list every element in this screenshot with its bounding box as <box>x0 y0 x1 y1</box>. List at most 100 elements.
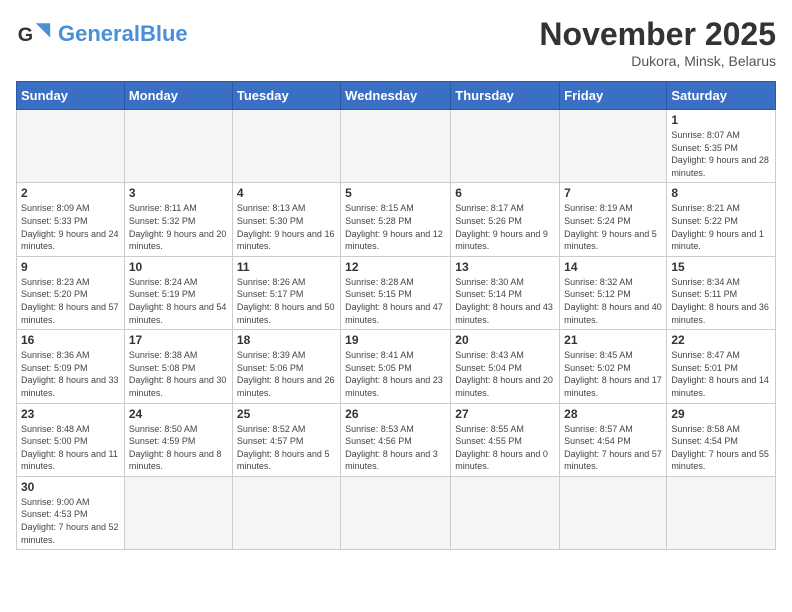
calendar-week-row: 1 Sunrise: 8:07 AM Sunset: 5:35 PM Daylig… <box>17 110 776 183</box>
calendar-day-cell <box>232 110 340 183</box>
day-number: 17 <box>129 333 228 347</box>
calendar-day-cell: 22Sunrise: 8:47 AM Sunset: 5:01 PM Dayli… <box>667 330 776 403</box>
calendar-day-cell: 7 Sunrise: 8:19 AM Sunset: 5:24 PM Daylig… <box>560 183 667 256</box>
weekday-header: Thursday <box>451 82 560 110</box>
calendar-day-cell: 19Sunrise: 8:41 AM Sunset: 5:05 PM Dayli… <box>341 330 451 403</box>
calendar-day-cell: 14 Sunrise: 8:32 AM Sunset: 5:12 PM Dayli… <box>560 256 667 329</box>
day-number: 18 <box>237 333 336 347</box>
calendar-day-cell: 1 Sunrise: 8:07 AM Sunset: 5:35 PM Daylig… <box>667 110 776 183</box>
day-info: Sunrise: 8:52 AM Sunset: 4:57 PM Dayligh… <box>237 423 336 473</box>
calendar-week-row: 30Sunrise: 9:00 AM Sunset: 4:53 PM Dayli… <box>17 476 776 549</box>
calendar-title: November 2025 <box>539 16 776 53</box>
day-info: Sunrise: 8:15 AM Sunset: 5:28 PM Dayligh… <box>345 202 446 252</box>
day-info: Sunrise: 8:50 AM Sunset: 4:59 PM Dayligh… <box>129 423 228 473</box>
day-info: Sunrise: 8:39 AM Sunset: 5:06 PM Dayligh… <box>237 349 336 399</box>
calendar-day-cell: 27 Sunrise: 8:55 AM Sunset: 4:55 PM Dayli… <box>451 403 560 476</box>
calendar-day-cell <box>124 110 232 183</box>
day-info: Sunrise: 8:26 AM Sunset: 5:17 PM Dayligh… <box>237 276 336 326</box>
day-number: 20 <box>455 333 555 347</box>
calendar-day-cell: 10 Sunrise: 8:24 AM Sunset: 5:19 PM Dayli… <box>124 256 232 329</box>
calendar-day-cell <box>451 110 560 183</box>
day-number: 11 <box>237 260 336 274</box>
day-number: 2 <box>21 186 120 200</box>
page-header: G GeneralBlue November 2025 Dukora, Mins… <box>16 16 776 69</box>
calendar-day-cell <box>341 476 451 549</box>
day-info: Sunrise: 8:32 AM Sunset: 5:12 PM Dayligh… <box>564 276 662 326</box>
logo: G GeneralBlue <box>16 16 188 52</box>
calendar-day-cell <box>232 476 340 549</box>
calendar-day-cell <box>17 110 125 183</box>
calendar-subtitle: Dukora, Minsk, Belarus <box>539 53 776 69</box>
day-info: Sunrise: 8:48 AM Sunset: 5:00 PM Dayligh… <box>21 423 120 473</box>
day-info: Sunrise: 8:58 AM Sunset: 4:54 PM Dayligh… <box>671 423 771 473</box>
calendar-week-row: 9 Sunrise: 8:23 AM Sunset: 5:20 PM Daylig… <box>17 256 776 329</box>
day-info: Sunrise: 8:24 AM Sunset: 5:19 PM Dayligh… <box>129 276 228 326</box>
weekday-header: Friday <box>560 82 667 110</box>
day-number: 3 <box>129 186 228 200</box>
svg-text:G: G <box>18 24 33 46</box>
calendar-day-cell <box>124 476 232 549</box>
day-info: Sunrise: 8:36 AM Sunset: 5:09 PM Dayligh… <box>21 349 120 399</box>
day-info: Sunrise: 8:57 AM Sunset: 4:54 PM Dayligh… <box>564 423 662 473</box>
calendar-week-row: 2 Sunrise: 8:09 AM Sunset: 5:33 PM Daylig… <box>17 183 776 256</box>
calendar-day-cell: 28 Sunrise: 8:57 AM Sunset: 4:54 PM Dayli… <box>560 403 667 476</box>
calendar-day-cell: 30Sunrise: 9:00 AM Sunset: 4:53 PM Dayli… <box>17 476 125 549</box>
day-info: Sunrise: 8:43 AM Sunset: 5:04 PM Dayligh… <box>455 349 555 399</box>
day-number: 22 <box>671 333 771 347</box>
day-number: 14 <box>564 260 662 274</box>
title-block: November 2025 Dukora, Minsk, Belarus <box>539 16 776 69</box>
day-info: Sunrise: 8:38 AM Sunset: 5:08 PM Dayligh… <box>129 349 228 399</box>
logo-text: GeneralBlue <box>58 22 188 46</box>
day-number: 15 <box>671 260 771 274</box>
day-number: 10 <box>129 260 228 274</box>
day-number: 1 <box>671 113 771 127</box>
day-number: 27 <box>455 407 555 421</box>
calendar-day-cell: 9 Sunrise: 8:23 AM Sunset: 5:20 PM Daylig… <box>17 256 125 329</box>
calendar-day-cell: 18 Sunrise: 8:39 AM Sunset: 5:06 PM Dayli… <box>232 330 340 403</box>
day-number: 13 <box>455 260 555 274</box>
day-number: 6 <box>455 186 555 200</box>
calendar-day-cell: 12Sunrise: 8:28 AM Sunset: 5:15 PM Dayli… <box>341 256 451 329</box>
day-info: Sunrise: 8:53 AM Sunset: 4:56 PM Dayligh… <box>345 423 446 473</box>
calendar-day-cell <box>451 476 560 549</box>
calendar-day-cell: 15 Sunrise: 8:34 AM Sunset: 5:11 PM Dayli… <box>667 256 776 329</box>
calendar-week-row: 16 Sunrise: 8:36 AM Sunset: 5:09 PM Dayli… <box>17 330 776 403</box>
day-number: 5 <box>345 186 446 200</box>
day-info: Sunrise: 8:17 AM Sunset: 5:26 PM Dayligh… <box>455 202 555 252</box>
day-info: Sunrise: 8:45 AM Sunset: 5:02 PM Dayligh… <box>564 349 662 399</box>
calendar-day-cell <box>667 476 776 549</box>
calendar-day-cell <box>341 110 451 183</box>
calendar-day-cell <box>560 476 667 549</box>
calendar-day-cell: 25 Sunrise: 8:52 AM Sunset: 4:57 PM Dayli… <box>232 403 340 476</box>
day-number: 24 <box>129 407 228 421</box>
day-info: Sunrise: 8:09 AM Sunset: 5:33 PM Dayligh… <box>21 202 120 252</box>
day-number: 28 <box>564 407 662 421</box>
calendar-day-cell: 4 Sunrise: 8:13 AM Sunset: 5:30 PM Daylig… <box>232 183 340 256</box>
day-info: Sunrise: 8:21 AM Sunset: 5:22 PM Dayligh… <box>671 202 771 252</box>
calendar-day-cell: 13Sunrise: 8:30 AM Sunset: 5:14 PM Dayli… <box>451 256 560 329</box>
calendar-day-cell: 24 Sunrise: 8:50 AM Sunset: 4:59 PM Dayli… <box>124 403 232 476</box>
day-number: 4 <box>237 186 336 200</box>
day-number: 16 <box>21 333 120 347</box>
day-info: Sunrise: 8:13 AM Sunset: 5:30 PM Dayligh… <box>237 202 336 252</box>
calendar-day-cell: 23Sunrise: 8:48 AM Sunset: 5:00 PM Dayli… <box>17 403 125 476</box>
day-number: 26 <box>345 407 446 421</box>
day-number: 7 <box>564 186 662 200</box>
day-info: Sunrise: 8:55 AM Sunset: 4:55 PM Dayligh… <box>455 423 555 473</box>
day-info: Sunrise: 8:07 AM Sunset: 5:35 PM Dayligh… <box>671 129 771 179</box>
logo-icon: G <box>16 16 52 52</box>
day-number: 9 <box>21 260 120 274</box>
day-number: 19 <box>345 333 446 347</box>
day-info: Sunrise: 8:28 AM Sunset: 5:15 PM Dayligh… <box>345 276 446 326</box>
day-number: 8 <box>671 186 771 200</box>
weekday-header: Saturday <box>667 82 776 110</box>
day-number: 21 <box>564 333 662 347</box>
day-info: Sunrise: 8:23 AM Sunset: 5:20 PM Dayligh… <box>21 276 120 326</box>
day-number: 25 <box>237 407 336 421</box>
day-info: Sunrise: 8:19 AM Sunset: 5:24 PM Dayligh… <box>564 202 662 252</box>
day-info: Sunrise: 9:00 AM Sunset: 4:53 PM Dayligh… <box>21 496 120 546</box>
calendar-day-cell: 16 Sunrise: 8:36 AM Sunset: 5:09 PM Dayli… <box>17 330 125 403</box>
weekday-header: Wednesday <box>341 82 451 110</box>
day-info: Sunrise: 8:34 AM Sunset: 5:11 PM Dayligh… <box>671 276 771 326</box>
calendar-table: SundayMondayTuesdayWednesdayThursdayFrid… <box>16 81 776 550</box>
